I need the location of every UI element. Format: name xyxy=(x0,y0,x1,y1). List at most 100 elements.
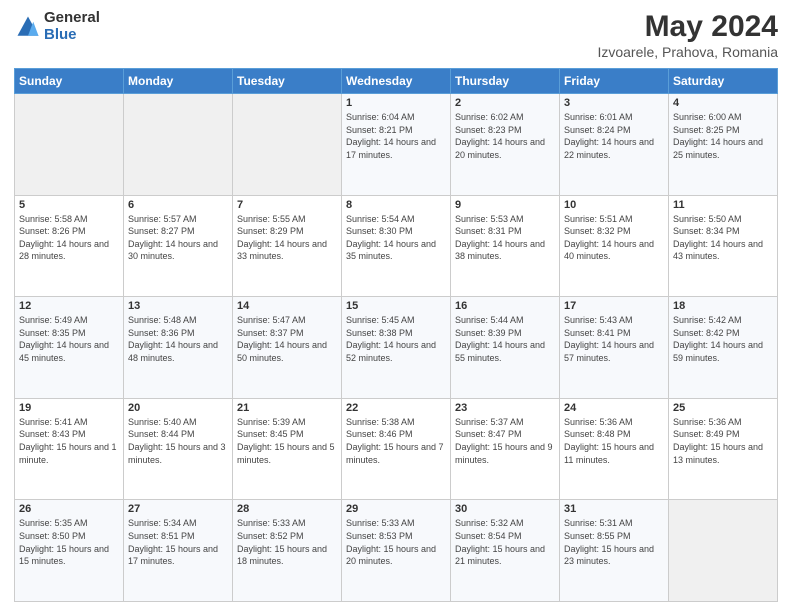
table-row: 27 Sunrise: 5:34 AM Sunset: 8:51 PM Dayli… xyxy=(124,500,233,602)
table-row: 29Sunrise: 5:33 AM Sunset: 8:53 PM Dayli… xyxy=(342,500,451,602)
table-row: 1Sunrise: 6:04 AM Sunset: 8:21 PM Daylig… xyxy=(342,94,451,196)
col-tuesday: Tuesday xyxy=(233,69,342,94)
table-row: 8Sunrise: 5:54 AM Sunset: 8:30 PM Daylig… xyxy=(342,195,451,297)
table-row: 4 Sunrise: 6:00 AM Sunset: 8:25 PM Daylig… xyxy=(669,94,778,196)
table-row: 30 Sunrise: 5:32 AM Sunset: 8:54 PM Dayli… xyxy=(451,500,560,602)
logo-blue-text: Blue xyxy=(44,27,100,44)
col-friday: Friday xyxy=(560,69,669,94)
calendar-week-row: 5 Sunrise: 5:58 AM Sunset: 8:26 PM Daylig… xyxy=(15,195,778,297)
table-row: 20 Sunrise: 5:40 AM Sunset: 8:44 PM Dayli… xyxy=(124,398,233,500)
day-info: Sunrise: 5:31 AM Sunset: 8:55 PM Dayligh… xyxy=(564,517,664,567)
col-sunday: Sunday xyxy=(15,69,124,94)
header: General Blue May 2024 Izvoarele, Prahova… xyxy=(14,10,778,60)
day-number: 18 xyxy=(673,300,773,312)
day-info: Sunrise: 5:58 AM Sunset: 8:26 PM Dayligh… xyxy=(19,213,119,263)
day-number: 10 xyxy=(564,199,664,211)
table-row: 25Sunrise: 5:36 AM Sunset: 8:49 PM Dayli… xyxy=(669,398,778,500)
day-info: Sunrise: 5:43 AM Sunset: 8:41 PM Dayligh… xyxy=(564,314,664,364)
day-info: Sunrise: 5:47 AM Sunset: 8:37 PM Dayligh… xyxy=(237,314,337,364)
day-info: Sunrise: 5:37 AM Sunset: 8:47 PM Dayligh… xyxy=(455,416,555,466)
day-info: Sunrise: 5:40 AM Sunset: 8:44 PM Dayligh… xyxy=(128,416,228,466)
table-row: 11Sunrise: 5:50 AM Sunset: 8:34 PM Dayli… xyxy=(669,195,778,297)
day-info: Sunrise: 5:34 AM Sunset: 8:51 PM Dayligh… xyxy=(128,517,228,567)
calendar-header-row: Sunday Monday Tuesday Wednesday Thursday… xyxy=(15,69,778,94)
day-number: 2 xyxy=(455,97,555,109)
table-row: 3Sunrise: 6:01 AM Sunset: 8:24 PM Daylig… xyxy=(560,94,669,196)
table-row xyxy=(124,94,233,196)
day-number: 30 xyxy=(455,503,555,515)
day-info: Sunrise: 5:53 AM Sunset: 8:31 PM Dayligh… xyxy=(455,213,555,263)
day-number: 26 xyxy=(19,503,119,515)
day-info: Sunrise: 5:32 AM Sunset: 8:54 PM Dayligh… xyxy=(455,517,555,567)
day-info: Sunrise: 6:00 AM Sunset: 8:25 PM Dayligh… xyxy=(673,111,773,161)
day-info: Sunrise: 6:01 AM Sunset: 8:24 PM Dayligh… xyxy=(564,111,664,161)
day-number: 7 xyxy=(237,199,337,211)
day-number: 1 xyxy=(346,97,446,109)
day-info: Sunrise: 5:57 AM Sunset: 8:27 PM Dayligh… xyxy=(128,213,228,263)
table-row: 21 Sunrise: 5:39 AM Sunset: 8:45 PM Dayli… xyxy=(233,398,342,500)
day-number: 12 xyxy=(19,300,119,312)
table-row xyxy=(669,500,778,602)
day-number: 27 xyxy=(128,503,228,515)
day-number: 20 xyxy=(128,402,228,414)
calendar-table: Sunday Monday Tuesday Wednesday Thursday… xyxy=(14,68,778,602)
table-row: 7 Sunrise: 5:55 AM Sunset: 8:29 PM Daylig… xyxy=(233,195,342,297)
table-row: 26 Sunrise: 5:35 AM Sunset: 8:50 PM Dayli… xyxy=(15,500,124,602)
day-number: 24 xyxy=(564,402,664,414)
day-info: Sunrise: 5:41 AM Sunset: 8:43 PM Dayligh… xyxy=(19,416,119,466)
title-block: May 2024 Izvoarele, Prahova, Romania xyxy=(597,10,778,60)
day-info: Sunrise: 5:55 AM Sunset: 8:29 PM Dayligh… xyxy=(237,213,337,263)
table-row: 5 Sunrise: 5:58 AM Sunset: 8:26 PM Daylig… xyxy=(15,195,124,297)
table-row: 6Sunrise: 5:57 AM Sunset: 8:27 PM Daylig… xyxy=(124,195,233,297)
table-row: 13 Sunrise: 5:48 AM Sunset: 8:36 PM Dayli… xyxy=(124,297,233,399)
table-row: 9 Sunrise: 5:53 AM Sunset: 8:31 PM Daylig… xyxy=(451,195,560,297)
calendar-week-row: 1Sunrise: 6:04 AM Sunset: 8:21 PM Daylig… xyxy=(15,94,778,196)
table-row: 17 Sunrise: 5:43 AM Sunset: 8:41 PM Dayli… xyxy=(560,297,669,399)
day-info: Sunrise: 5:38 AM Sunset: 8:46 PM Dayligh… xyxy=(346,416,446,466)
day-number: 4 xyxy=(673,97,773,109)
table-row: 28 Sunrise: 5:33 AM Sunset: 8:52 PM Dayli… xyxy=(233,500,342,602)
day-info: Sunrise: 5:42 AM Sunset: 8:42 PM Dayligh… xyxy=(673,314,773,364)
col-monday: Monday xyxy=(124,69,233,94)
day-number: 22 xyxy=(346,402,446,414)
col-saturday: Saturday xyxy=(669,69,778,94)
day-number: 17 xyxy=(564,300,664,312)
day-info: Sunrise: 5:33 AM Sunset: 8:53 PM Dayligh… xyxy=(346,517,446,567)
page: General Blue May 2024 Izvoarele, Prahova… xyxy=(0,0,792,612)
day-info: Sunrise: 5:48 AM Sunset: 8:36 PM Dayligh… xyxy=(128,314,228,364)
logo-general-text: General xyxy=(44,10,100,27)
day-number: 13 xyxy=(128,300,228,312)
calendar-week-row: 26 Sunrise: 5:35 AM Sunset: 8:50 PM Dayli… xyxy=(15,500,778,602)
table-row: 12 Sunrise: 5:49 AM Sunset: 8:35 PM Dayli… xyxy=(15,297,124,399)
table-row: 19 Sunrise: 5:41 AM Sunset: 8:43 PM Dayli… xyxy=(15,398,124,500)
table-row: 31 Sunrise: 5:31 AM Sunset: 8:55 PM Dayli… xyxy=(560,500,669,602)
col-thursday: Thursday xyxy=(451,69,560,94)
day-info: Sunrise: 5:35 AM Sunset: 8:50 PM Dayligh… xyxy=(19,517,119,567)
day-number: 28 xyxy=(237,503,337,515)
day-number: 23 xyxy=(455,402,555,414)
table-row: 22 Sunrise: 5:38 AM Sunset: 8:46 PM Dayli… xyxy=(342,398,451,500)
day-number: 31 xyxy=(564,503,664,515)
table-row: 16 Sunrise: 5:44 AM Sunset: 8:39 PM Dayli… xyxy=(451,297,560,399)
day-info: Sunrise: 5:54 AM Sunset: 8:30 PM Dayligh… xyxy=(346,213,446,263)
logo-text: General Blue xyxy=(44,10,100,43)
table-row: 2 Sunrise: 6:02 AM Sunset: 8:23 PM Daylig… xyxy=(451,94,560,196)
day-info: Sunrise: 5:39 AM Sunset: 8:45 PM Dayligh… xyxy=(237,416,337,466)
day-number: 16 xyxy=(455,300,555,312)
day-info: Sunrise: 5:44 AM Sunset: 8:39 PM Dayligh… xyxy=(455,314,555,364)
calendar-week-row: 19 Sunrise: 5:41 AM Sunset: 8:43 PM Dayli… xyxy=(15,398,778,500)
table-row: 14Sunrise: 5:47 AM Sunset: 8:37 PM Dayli… xyxy=(233,297,342,399)
day-number: 11 xyxy=(673,199,773,211)
day-number: 21 xyxy=(237,402,337,414)
day-number: 9 xyxy=(455,199,555,211)
logo: General Blue xyxy=(14,10,100,43)
day-info: Sunrise: 5:33 AM Sunset: 8:52 PM Dayligh… xyxy=(237,517,337,567)
table-row xyxy=(233,94,342,196)
day-number: 19 xyxy=(19,402,119,414)
day-number: 5 xyxy=(19,199,119,211)
day-info: Sunrise: 5:49 AM Sunset: 8:35 PM Dayligh… xyxy=(19,314,119,364)
day-number: 15 xyxy=(346,300,446,312)
table-row: 24Sunrise: 5:36 AM Sunset: 8:48 PM Dayli… xyxy=(560,398,669,500)
day-info: Sunrise: 6:02 AM Sunset: 8:23 PM Dayligh… xyxy=(455,111,555,161)
main-title: May 2024 xyxy=(597,10,778,44)
